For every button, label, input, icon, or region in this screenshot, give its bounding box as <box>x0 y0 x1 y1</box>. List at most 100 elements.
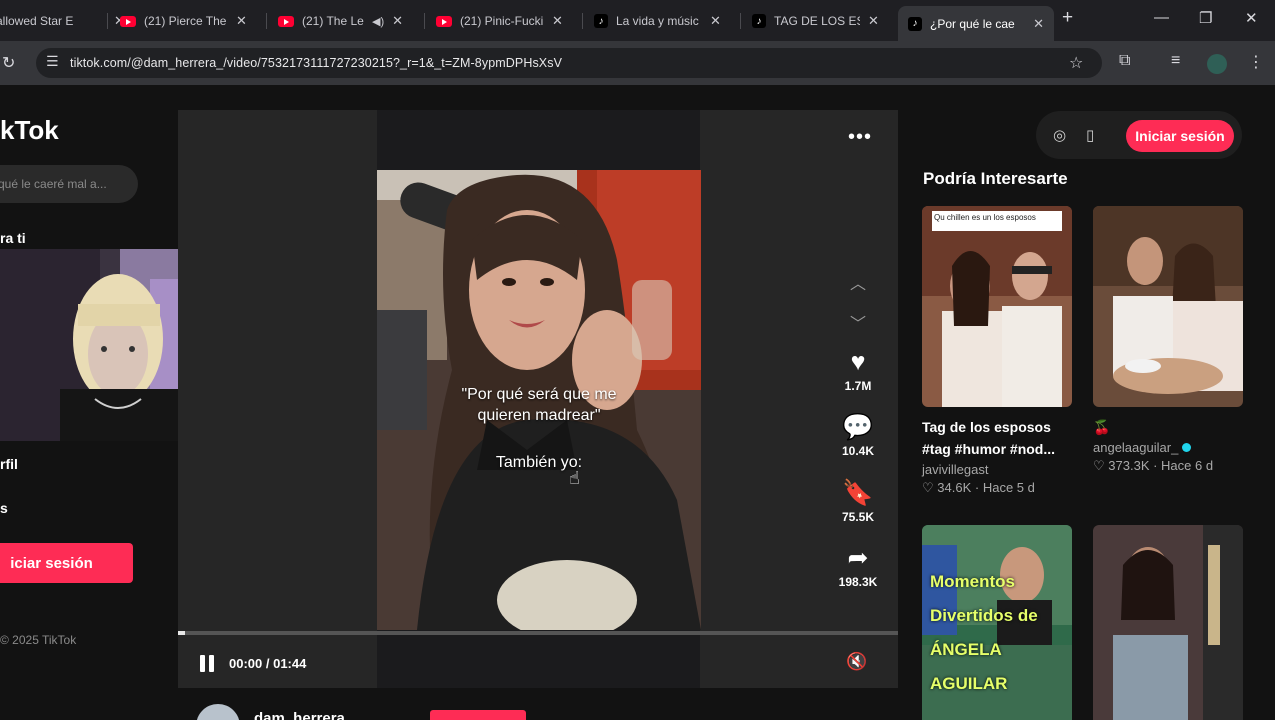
youtube-icon <box>278 15 294 27</box>
card-author[interactable]: angelaaguilar_ <box>1093 440 1243 455</box>
browser-tab[interactable]: (21) Pierce The V ✕ <box>110 6 257 36</box>
author-name[interactable]: dam_herrera <box>254 710 345 720</box>
device-icon[interactable]: ▯ <box>1086 126 1094 144</box>
tab-title: TAG DE LOS ESP <box>774 14 860 28</box>
tiktok-icon: ♪ <box>752 14 766 28</box>
sidebar-item-profile[interactable]: rfil <box>0 456 18 472</box>
progress-fill <box>178 631 186 635</box>
verified-icon <box>1182 443 1192 452</box>
browser-tab[interactable]: (21) Pinic-Fuckin ✕ <box>426 6 573 36</box>
card-likes: 34.6K <box>937 480 972 495</box>
reload-icon[interactable]: ↻ <box>2 53 15 73</box>
card-title[interactable]: Tag de los esposos #tag #humor #nod... <box>922 416 1072 460</box>
pause-button[interactable] <box>200 655 214 672</box>
recommended-video-card[interactable]: Qu chillen es un los esposos Tag de los … <box>922 206 1072 496</box>
browser-tab-active[interactable]: ♪ ¿Por qué le cae ✕ <box>898 6 1054 41</box>
restore-button[interactable]: ❐ <box>1199 9 1212 27</box>
copyright-text: © 2025 TikTok <box>0 633 77 647</box>
minimize-button[interactable]: — <box>1154 9 1169 26</box>
browser-tab-bar: allowed Star E ✕ (21) Pierce The V ✕ (21… <box>0 0 1275 41</box>
pause-icon <box>200 655 205 672</box>
more-options-icon[interactable]: ••• <box>848 126 872 149</box>
close-icon[interactable]: ✕ <box>392 13 403 29</box>
comment-button[interactable]: 💬 10.4K <box>823 413 893 458</box>
card-title[interactable]: 🍒 <box>1093 416 1245 438</box>
video-thumbnail[interactable]: Qu chillen es un los esposos <box>922 206 1072 407</box>
menu-icon[interactable]: ⋮ <box>1248 52 1264 72</box>
close-window-button[interactable]: ✕ <box>1245 9 1258 27</box>
video-thumbnail[interactable]: Momentos Divertidos de ÁNGELA AGUILAR <box>922 525 1072 720</box>
audio-icon[interactable]: ◀) <box>372 15 384 28</box>
youtube-icon <box>120 15 136 27</box>
recommended-video-card[interactable]: Momentos Divertidos de ÁNGELA AGUILAR <box>922 525 1072 720</box>
site-settings-icon[interactable]: ☰ <box>46 53 59 70</box>
sidebar-login-button[interactable]: iciar sesión <box>0 543 133 583</box>
search-input[interactable]: qué le caeré mal a... <box>0 165 138 203</box>
media-icon[interactable]: ≡ <box>1171 52 1180 70</box>
previous-video-icon[interactable]: ︿ <box>850 270 866 294</box>
tab-title: (21) The Le <box>302 14 364 28</box>
tiktok-icon: ♪ <box>908 16 922 31</box>
video-caption-line: También yo: <box>495 454 583 471</box>
close-icon[interactable]: ✕ <box>1033 16 1044 32</box>
tiktok-page: kTok qué le caeré mal a... ra ti rfil s … <box>0 85 1275 720</box>
playback-time: 00:00 / 01:44 <box>229 656 307 671</box>
like-count: 1.7M <box>844 379 872 393</box>
video-caption-line: quieren madrear" <box>477 407 601 424</box>
sidebar-item-foryou[interactable]: ra ti <box>0 230 26 246</box>
sidebar-item-more[interactable]: s <box>0 500 8 516</box>
search-placeholder: qué le caeré mal a... <box>0 177 107 191</box>
heart-icon: ♥ <box>850 348 866 376</box>
close-icon[interactable]: ✕ <box>710 13 721 29</box>
profile-avatar[interactable] <box>1207 54 1227 74</box>
browser-tab[interactable]: ♪ La vida y músic ✕ <box>584 6 731 36</box>
card-meta: ♡ 34.6K · Hace 5 d <box>922 480 1035 495</box>
author-avatar[interactable] <box>196 704 240 720</box>
bookmark-star-icon[interactable]: ☆ <box>1069 53 1083 73</box>
close-icon[interactable]: ✕ <box>552 13 563 29</box>
bookmark-icon: 🔖 <box>842 479 874 507</box>
video-player[interactable]: "Por qué será que me quieren madrear" Ta… <box>178 110 898 688</box>
video-caption-line: "Por qué será que me <box>461 386 617 403</box>
progress-bar[interactable] <box>178 631 898 635</box>
video-frame[interactable]: "Por qué será que me quieren madrear" Ta… <box>377 170 701 630</box>
save-button[interactable]: 🔖 75.5K <box>823 479 893 524</box>
extensions-icon[interactable]: ⧉ <box>1119 52 1130 70</box>
next-video-icon[interactable]: ﹀ <box>850 310 866 334</box>
tiktok-icon: ♪ <box>594 14 608 28</box>
video-thumbnail[interactable] <box>1093 206 1243 407</box>
coins-icon[interactable]: ◎ <box>1053 126 1066 144</box>
new-tab-button[interactable]: + <box>1062 7 1073 29</box>
card-author[interactable]: javivillegast <box>922 462 1072 477</box>
share-button[interactable]: ➦ 198.3K <box>823 544 893 589</box>
video-thumbnail[interactable] <box>1093 525 1243 720</box>
tab-title: (21) Pinic-Fuckin <box>460 14 544 28</box>
close-icon[interactable]: ✕ <box>868 13 879 29</box>
omnibox[interactable]: ☰ tiktok.com/@dam_herrera_/video/7532173… <box>36 48 1102 78</box>
author-bar: dam_herrera <box>178 688 898 720</box>
close-icon[interactable]: ✕ <box>236 13 247 29</box>
card-age: Hace 5 d <box>982 480 1035 495</box>
card-likes: 373.3K <box>1108 458 1150 473</box>
tab-title: La vida y músic <box>616 14 699 28</box>
thumbnail-text: Qu chillen es un los esposos <box>934 213 1036 222</box>
recommended-video-card[interactable] <box>1093 525 1243 720</box>
like-button[interactable]: ♥ 1.7M <box>823 348 893 393</box>
address-bar: ↻ ☰ tiktok.com/@dam_herrera_/video/75321… <box>0 41 1275 85</box>
comment-count: 10.4K <box>841 444 875 458</box>
youtube-icon <box>436 15 452 27</box>
login-button[interactable]: Iniciar sesión <box>1126 120 1234 152</box>
card-meta: ♡ 373.3K · Hace 6 d <box>1093 458 1214 473</box>
share-count: 198.3K <box>838 575 878 589</box>
header-actions: ◎ ▯ Iniciar sesión <box>1036 111 1242 159</box>
browser-tab[interactable]: (21) The Le ◀) ✕ <box>268 6 413 36</box>
recommended-video-card[interactable]: 🍒 angelaaguilar_ ♡ 373.3K · Hace 6 d <box>1093 206 1243 474</box>
tab-title: (21) Pierce The V <box>144 14 228 28</box>
follow-button[interactable] <box>430 710 526 720</box>
tiktok-logo[interactable]: kTok <box>0 115 59 146</box>
browser-tab[interactable]: ♪ TAG DE LOS ESP ✕ <box>742 6 889 36</box>
url-text[interactable]: tiktok.com/@dam_herrera_/video/753217311… <box>70 56 562 70</box>
share-icon: ➦ <box>847 544 869 572</box>
tab-title: allowed Star E <box>0 14 74 28</box>
mute-icon[interactable]: 🔇 <box>846 652 867 672</box>
